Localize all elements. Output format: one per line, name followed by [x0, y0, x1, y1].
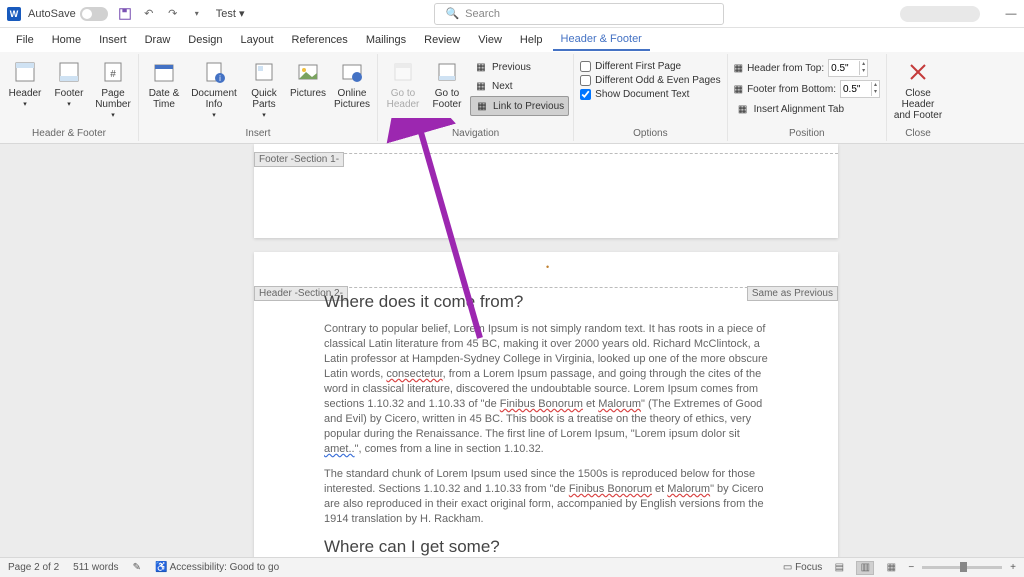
svg-text:#: # — [110, 69, 116, 80]
link-to-previous-button[interactable]: ▦Link to Previous — [470, 96, 569, 116]
undo-icon[interactable]: ↶ — [140, 5, 158, 23]
pictures-button[interactable]: Pictures — [287, 56, 329, 101]
goto-footer-button[interactable]: Go to Footer — [426, 56, 468, 112]
tab-review[interactable]: Review — [416, 30, 468, 50]
svg-text:i: i — [219, 74, 221, 83]
online-pictures-button[interactable]: Online Pictures — [331, 56, 373, 112]
group-label: Options — [633, 128, 667, 139]
different-first-page-check[interactable]: Different First Page — [578, 60, 722, 73]
word-icon: W — [6, 6, 22, 22]
spellcheck-icon[interactable]: ✎ — [133, 562, 141, 573]
word-count[interactable]: 511 words — [73, 562, 118, 573]
group-label: Insert — [245, 128, 270, 139]
tab-insert[interactable]: Insert — [91, 30, 135, 50]
window-controls: — — [900, 6, 1018, 22]
document-info-button[interactable]: iDocument Info▾ — [187, 56, 241, 123]
zoom-out-icon[interactable]: − — [908, 562, 914, 573]
page-1-footer-strip[interactable]: Footer -Section 1- — [254, 144, 838, 238]
next-button[interactable]: ▦Next — [470, 77, 569, 95]
ribbon-tabs: File Home Insert Draw Design Layout Refe… — [0, 28, 1024, 52]
autosave[interactable]: AutoSave — [28, 7, 108, 21]
paragraph-2: The standard chunk of Lorem Ipsum used s… — [324, 467, 768, 527]
footer-bottom-input[interactable] — [841, 84, 871, 95]
paragraph-1: Contrary to popular belief, Lorem Ipsum … — [324, 322, 768, 457]
page-indicator[interactable]: Page 2 of 2 — [8, 562, 59, 573]
document-area[interactable]: Footer -Section 1- • Header -Section 2- … — [0, 144, 1024, 557]
tab-draw[interactable]: Draw — [137, 30, 179, 50]
goto-header-button: Go to Header — [382, 56, 424, 112]
search-box[interactable]: 🔍 Search — [434, 3, 724, 25]
read-mode-icon[interactable]: ▤ — [830, 561, 848, 575]
header-top-input[interactable] — [829, 63, 859, 74]
group-navigation: Go to Header Go to Footer ▦Previous ▦Nex… — [378, 54, 574, 141]
print-layout-icon[interactable]: ▥ — [856, 561, 874, 575]
status-bar: Page 2 of 2 511 words ✎ ♿ Accessibility:… — [0, 557, 1024, 577]
tab-header-footer[interactable]: Header & Footer — [553, 29, 650, 51]
group-insert: Date & Time iDocument Info▾ Quick Parts▾… — [139, 54, 378, 141]
document-title: Test ▾ — [216, 7, 245, 20]
insert-alignment-tab-button[interactable]: ▦Insert Alignment Tab — [732, 100, 882, 118]
header-from-top[interactable]: ▦Header from Top:▴▾ — [732, 58, 882, 78]
group-label: Position — [789, 128, 825, 139]
group-label: Close — [905, 128, 931, 139]
redo-icon[interactable]: ↷ — [164, 5, 182, 23]
previous-button[interactable]: ▦Previous — [470, 58, 569, 76]
qat-dropdown-icon[interactable]: ▾ — [188, 5, 206, 23]
ribbon: Header▾ Footer▾ #Page Number▾ Header & F… — [0, 52, 1024, 144]
tab-view[interactable]: View — [470, 30, 510, 50]
zoom-slider[interactable] — [922, 566, 1002, 569]
page-number-button[interactable]: #Page Number▾ — [92, 56, 134, 123]
group-label: Header & Footer — [32, 128, 106, 139]
accessibility-status[interactable]: ♿ Accessibility: Good to go — [155, 562, 279, 573]
web-layout-icon[interactable]: ▦ — [882, 561, 900, 575]
date-time-button[interactable]: Date & Time — [143, 56, 185, 112]
previous-icon: ▦ — [474, 60, 488, 74]
search-placeholder: Search — [465, 8, 500, 20]
link-icon: ▦ — [475, 99, 489, 113]
focus-mode-button[interactable]: ▭ Focus — [783, 562, 822, 573]
next-icon: ▦ — [474, 79, 488, 93]
save-icon[interactable] — [116, 5, 134, 23]
different-odd-even-check[interactable]: Different Odd & Even Pages — [578, 74, 722, 87]
minimize-icon[interactable]: — — [1004, 8, 1018, 20]
document-body: Where does it come from? Contrary to pop… — [324, 288, 768, 557]
tab-home[interactable]: Home — [44, 30, 89, 50]
tab-design[interactable]: Design — [180, 30, 230, 50]
tab-references[interactable]: References — [284, 30, 356, 50]
quick-access-toolbar: ↶ ↷ ▾ — [116, 5, 206, 23]
tab-file[interactable]: File — [8, 30, 42, 50]
autosave-label: AutoSave — [28, 8, 76, 20]
footer-section-label: Footer -Section 1- — [254, 152, 344, 167]
search-icon: 🔍 — [445, 7, 459, 20]
close-header-footer-button[interactable]: Close Header and Footer — [891, 56, 945, 123]
heading-1: Where does it come from? — [324, 292, 768, 312]
group-header-footer: Header▾ Footer▾ #Page Number▾ Header & F… — [0, 54, 139, 141]
group-label: Navigation — [452, 128, 499, 139]
group-position: ▦Header from Top:▴▾ ▦Footer from Bottom:… — [728, 54, 887, 141]
title-bar: W AutoSave ↶ ↷ ▾ Test ▾ 🔍 Search — — [0, 0, 1024, 28]
tab-mailings[interactable]: Mailings — [358, 30, 414, 50]
autosave-toggle[interactable] — [80, 7, 108, 21]
group-options: Different First Page Different Odd & Eve… — [574, 54, 727, 141]
heading-2: Where can I get some? — [324, 537, 768, 557]
page-2[interactable]: • Header -Section 2- Same as Previous Wh… — [254, 252, 838, 557]
header-button[interactable]: Header▾ — [4, 56, 46, 112]
zoom-in-icon[interactable]: + — [1010, 562, 1016, 573]
footer-from-bottom[interactable]: ▦Footer from Bottom:▴▾ — [732, 79, 882, 99]
account-badge[interactable] — [900, 6, 980, 22]
show-document-text-check[interactable]: Show Document Text — [578, 88, 722, 101]
quick-parts-button[interactable]: Quick Parts▾ — [243, 56, 285, 123]
group-close: Close Header and Footer Close — [887, 54, 949, 141]
tab-help[interactable]: Help — [512, 30, 551, 50]
footer-button[interactable]: Footer▾ — [48, 56, 90, 112]
tab-layout[interactable]: Layout — [233, 30, 282, 50]
